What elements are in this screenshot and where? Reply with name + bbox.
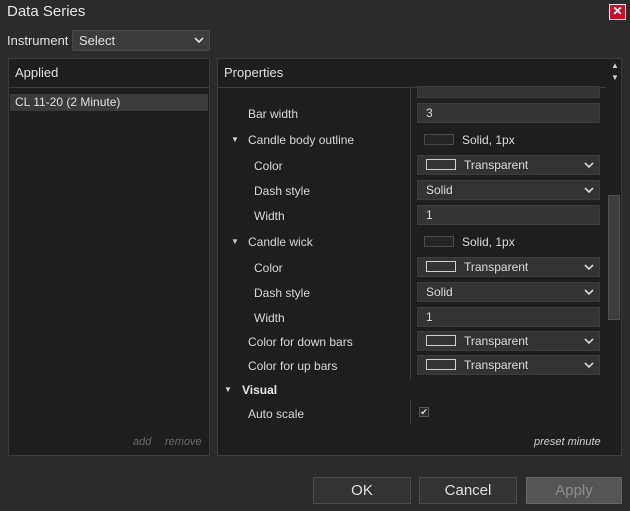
chevron-down-icon bbox=[583, 181, 595, 204]
ok-button[interactable]: OK bbox=[313, 477, 411, 504]
color-swatch-icon bbox=[426, 261, 456, 273]
wick-width-label: Width bbox=[254, 311, 285, 325]
applied-item[interactable]: CL 11-20 (2 Minute) bbox=[10, 94, 208, 111]
applied-panel: Applied bbox=[8, 58, 210, 456]
chevron-down-icon bbox=[194, 31, 204, 55]
candle-wick-summary[interactable]: Solid, 1px bbox=[424, 235, 515, 249]
auto-scale-label: Auto scale bbox=[248, 407, 305, 421]
chevron-down-icon bbox=[583, 332, 595, 355]
bar-width-label: Bar width bbox=[248, 107, 299, 121]
scroll-down-icon[interactable]: ▼ bbox=[609, 72, 621, 84]
candle-wick-label: Candle wick bbox=[248, 235, 313, 249]
candle-body-outline-summary[interactable]: Solid, 1px bbox=[424, 133, 515, 147]
chevron-down-icon bbox=[583, 258, 595, 281]
collapse-caret-icon[interactable]: ▼ bbox=[224, 385, 232, 394]
auto-scale-checkbox[interactable]: ✔ bbox=[419, 407, 429, 417]
instrument-select[interactable]: Select bbox=[72, 30, 210, 51]
stroke-swatch-icon bbox=[424, 236, 454, 248]
remove-link[interactable]: remove bbox=[165, 436, 202, 448]
color-swatch-icon bbox=[426, 159, 456, 171]
candle-body-outline-label: Candle body outline bbox=[248, 133, 355, 147]
instrument-label: Instrument bbox=[7, 33, 69, 48]
title-bar bbox=[0, 0, 630, 24]
bar-width-input[interactable]: 3 bbox=[417, 103, 600, 123]
color-swatch-icon bbox=[426, 359, 456, 371]
cancel-button[interactable]: Cancel bbox=[419, 477, 517, 504]
apply-button[interactable]: Apply bbox=[526, 477, 622, 504]
wick-color-label: Color bbox=[254, 261, 283, 275]
wick-color-select[interactable]: Transparent bbox=[417, 257, 600, 277]
visual-section-label: Visual bbox=[242, 383, 278, 397]
scroll-up-icon[interactable]: ▲ bbox=[609, 60, 621, 72]
check-icon: ✔ bbox=[420, 407, 428, 417]
close-button[interactable]: ✕ bbox=[609, 4, 626, 20]
scrollbar-thumb[interactable] bbox=[608, 195, 620, 320]
stroke-swatch-icon bbox=[424, 134, 454, 146]
down-bars-label: Color for down bars bbox=[248, 335, 353, 349]
body-color-label: Color bbox=[254, 159, 283, 173]
clipped-value-box bbox=[417, 86, 600, 98]
body-dash-label: Dash style bbox=[254, 184, 311, 198]
up-bars-color-select[interactable]: Transparent bbox=[417, 355, 600, 375]
color-swatch-icon bbox=[426, 335, 456, 347]
add-link[interactable]: add bbox=[133, 436, 151, 448]
chevron-down-icon bbox=[583, 356, 595, 379]
applied-header: Applied bbox=[9, 59, 209, 88]
wick-dash-select[interactable]: Solid bbox=[417, 282, 600, 302]
properties-header: Properties bbox=[218, 59, 614, 88]
body-width-input[interactable]: 1 bbox=[417, 205, 600, 225]
up-bars-label: Color for up bars bbox=[248, 359, 338, 373]
close-icon: ✕ bbox=[612, 4, 623, 18]
body-color-select[interactable]: Transparent bbox=[417, 155, 600, 175]
collapse-caret-icon[interactable]: ▼ bbox=[231, 237, 239, 246]
down-bars-color-select[interactable]: Transparent bbox=[417, 331, 600, 351]
chevron-down-icon bbox=[583, 156, 595, 179]
collapse-caret-icon[interactable]: ▼ bbox=[231, 135, 239, 144]
body-width-label: Width bbox=[254, 209, 285, 223]
column-divider bbox=[410, 86, 411, 380]
preset-label: preset minute bbox=[534, 436, 601, 448]
instrument-select-value: Select bbox=[79, 33, 116, 48]
window-title: Data Series bbox=[7, 3, 86, 20]
wick-width-input[interactable]: 1 bbox=[417, 307, 600, 327]
body-dash-select[interactable]: Solid bbox=[417, 180, 600, 200]
chevron-down-icon bbox=[583, 283, 595, 306]
wick-dash-label: Dash style bbox=[254, 286, 311, 300]
column-divider bbox=[410, 400, 411, 424]
